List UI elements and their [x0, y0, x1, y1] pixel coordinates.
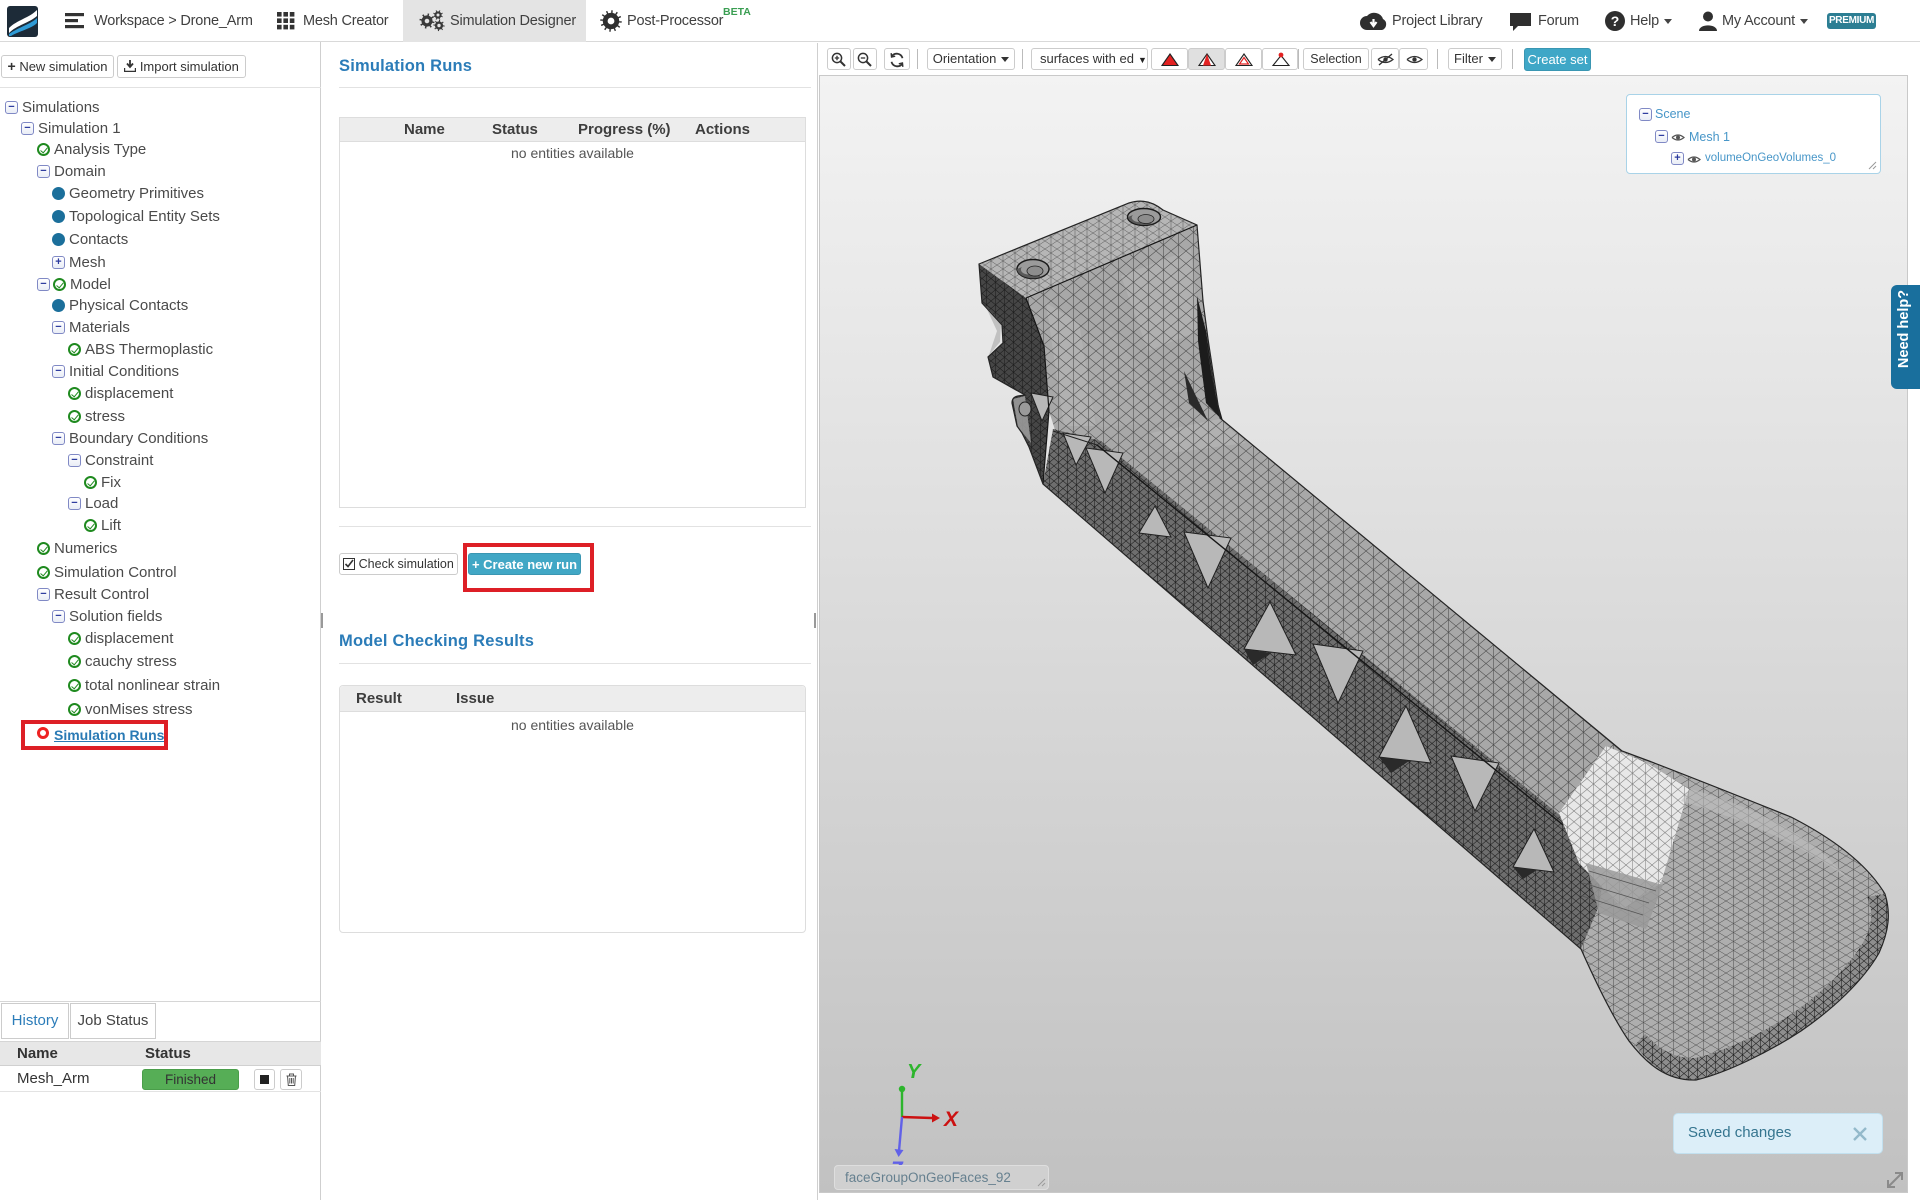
svg-text:Y: Y — [907, 1061, 922, 1083]
svg-text:?: ? — [1611, 13, 1620, 29]
svg-text:X: X — [943, 1108, 960, 1131]
